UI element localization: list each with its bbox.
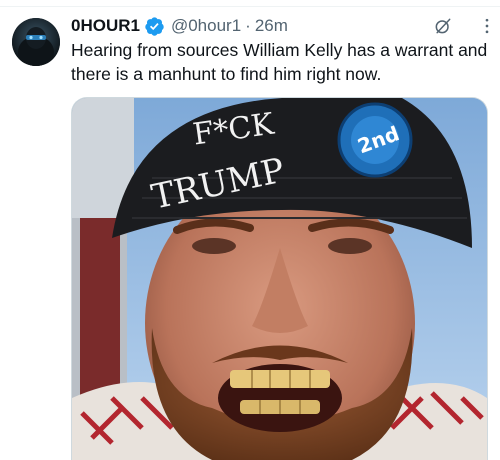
tweet-content: 0HOUR1 @0hour1 · 26m Hearing from source… [71, 14, 491, 86]
more-options-icon[interactable] [477, 16, 497, 36]
grok-icon[interactable] [433, 16, 453, 36]
separator-dot: · [245, 16, 251, 35]
tweet-card[interactable]: 0HOUR1 @0hour1 · 26m Hearing from source… [0, 0, 500, 460]
verified-badge-icon [145, 16, 164, 36]
tweet-text: Hearing from sources William Kelly has a… [71, 40, 488, 84]
tweet-header: 0HOUR1 @0hour1 · 26m [71, 14, 491, 38]
author-handle[interactable]: @0hour1 [171, 14, 241, 38]
masked-figure-avatar-icon [12, 18, 60, 66]
avatar[interactable] [12, 18, 60, 66]
divider [0, 6, 500, 7]
display-name[interactable]: 0HOUR1 [71, 14, 140, 38]
tweet-media-image[interactable]: F*CK TRUMP 2nd [71, 97, 488, 460]
man-in-beanie-photo: F*CK TRUMP 2nd [72, 98, 487, 460]
header-actions [433, 16, 497, 36]
timestamp[interactable]: 26m [255, 14, 288, 38]
